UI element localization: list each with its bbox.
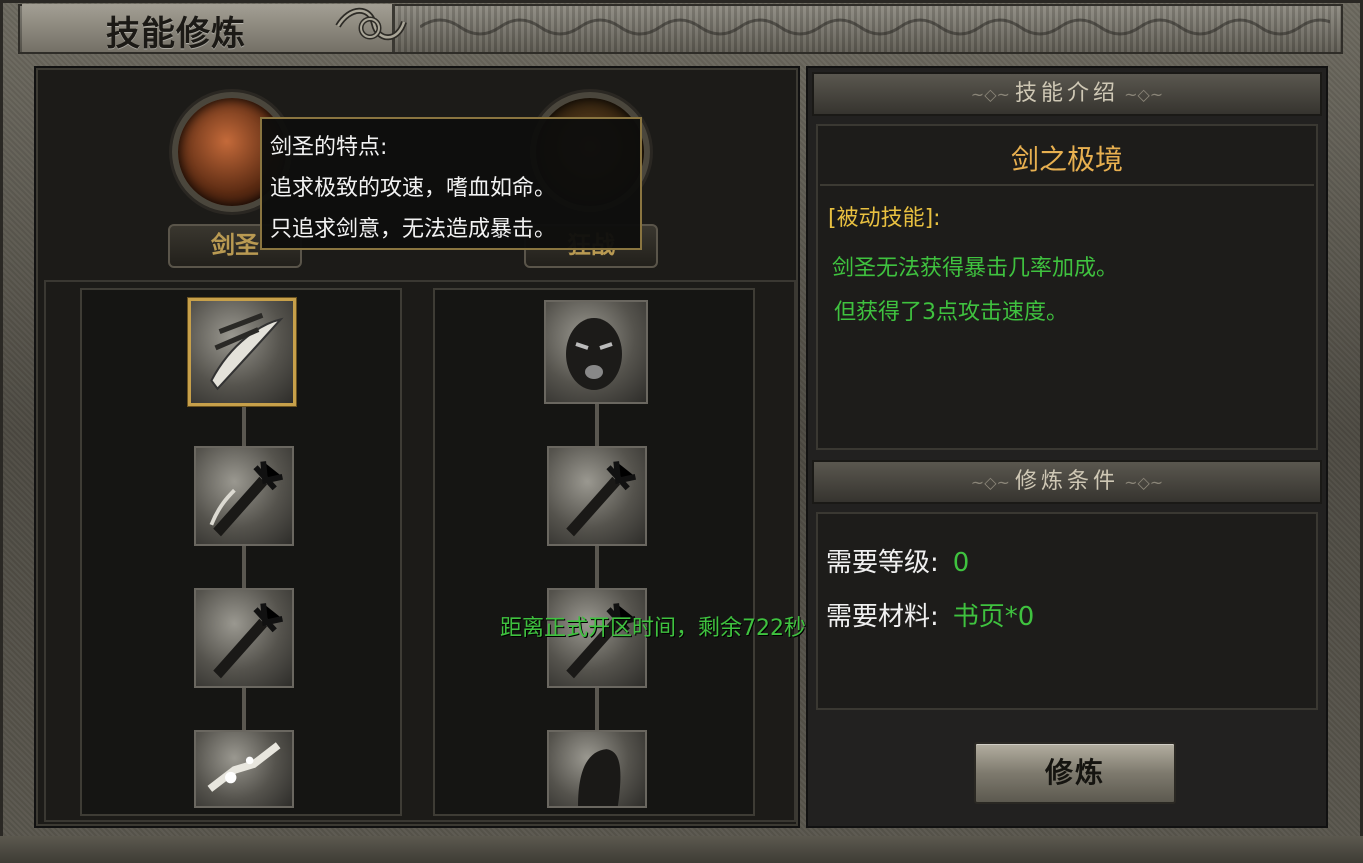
swift-blade-icon[interactable] bbox=[188, 298, 296, 406]
header-deco-icon: ~◇~ bbox=[970, 85, 1015, 104]
required-material-row: 需要材料: 书页*0 bbox=[826, 596, 1034, 633]
tooltip-line: 只追求剑意，无法造成暴击。 bbox=[270, 217, 557, 242]
header-deco-icon: ~◇~ bbox=[1119, 473, 1164, 492]
tree-connector bbox=[242, 546, 246, 588]
tree-connector bbox=[242, 688, 246, 730]
required-material-label: 需要材料: bbox=[826, 602, 939, 632]
skill-name: 剑之极境 bbox=[1010, 143, 1123, 176]
tooltip-line: 追求极致的攻速，嗜血如命。 bbox=[270, 176, 557, 201]
sword-shatter-icon[interactable] bbox=[194, 730, 294, 808]
header-deco-icon: ~◇~ bbox=[1119, 85, 1164, 104]
knot-ornament-icon bbox=[335, 7, 407, 41]
skill-type: [被动技能]: bbox=[828, 206, 941, 231]
sword-icon[interactable] bbox=[194, 588, 294, 688]
tree-connector bbox=[595, 404, 599, 446]
sword-icon[interactable] bbox=[547, 446, 647, 546]
berserker-face-icon[interactable] bbox=[544, 300, 648, 404]
divider bbox=[820, 184, 1314, 186]
tree-connector bbox=[595, 546, 599, 588]
header-deco-icon: ~◇~ bbox=[970, 473, 1015, 492]
hooded-figure-icon[interactable] bbox=[547, 730, 647, 808]
skill-description: 但获得了3点攻击速度。 bbox=[834, 300, 1068, 325]
required-material-value: 书页*0 bbox=[952, 602, 1035, 632]
server-open-countdown: 距离正式开区时间，剩余722秒! bbox=[500, 616, 815, 641]
requirements-header: ~◇~ 修炼条件 ~◇~ bbox=[812, 460, 1322, 504]
sword-icon[interactable] bbox=[194, 446, 294, 546]
requirements-header-label: 修炼条件 bbox=[1014, 469, 1119, 494]
window-title: 技能修炼 bbox=[106, 14, 246, 54]
skill-description: 剑圣无法获得暴击几率加成。 bbox=[832, 256, 1119, 281]
required-level-row: 需要等级: 0 bbox=[826, 542, 969, 579]
scroll-pattern-decoration bbox=[420, 18, 1330, 36]
class-tooltip: 剑圣的特点: 追求极致的攻速，嗜血如命。 只追求剑意，无法造成暴击。 bbox=[260, 117, 642, 250]
tooltip-title: 剑圣的特点: bbox=[270, 135, 388, 160]
train-button[interactable]: 修炼 bbox=[974, 742, 1176, 804]
required-level-label: 需要等级: bbox=[826, 548, 939, 578]
required-level-value: 0 bbox=[952, 548, 970, 578]
bottom-bar bbox=[0, 836, 1363, 863]
skill-intro-header-label: 技能介绍 bbox=[1014, 81, 1119, 106]
skill-intro-header: ~◇~ 技能介绍 ~◇~ bbox=[812, 72, 1322, 116]
tree-connector bbox=[242, 404, 246, 446]
tree-connector bbox=[595, 688, 599, 730]
